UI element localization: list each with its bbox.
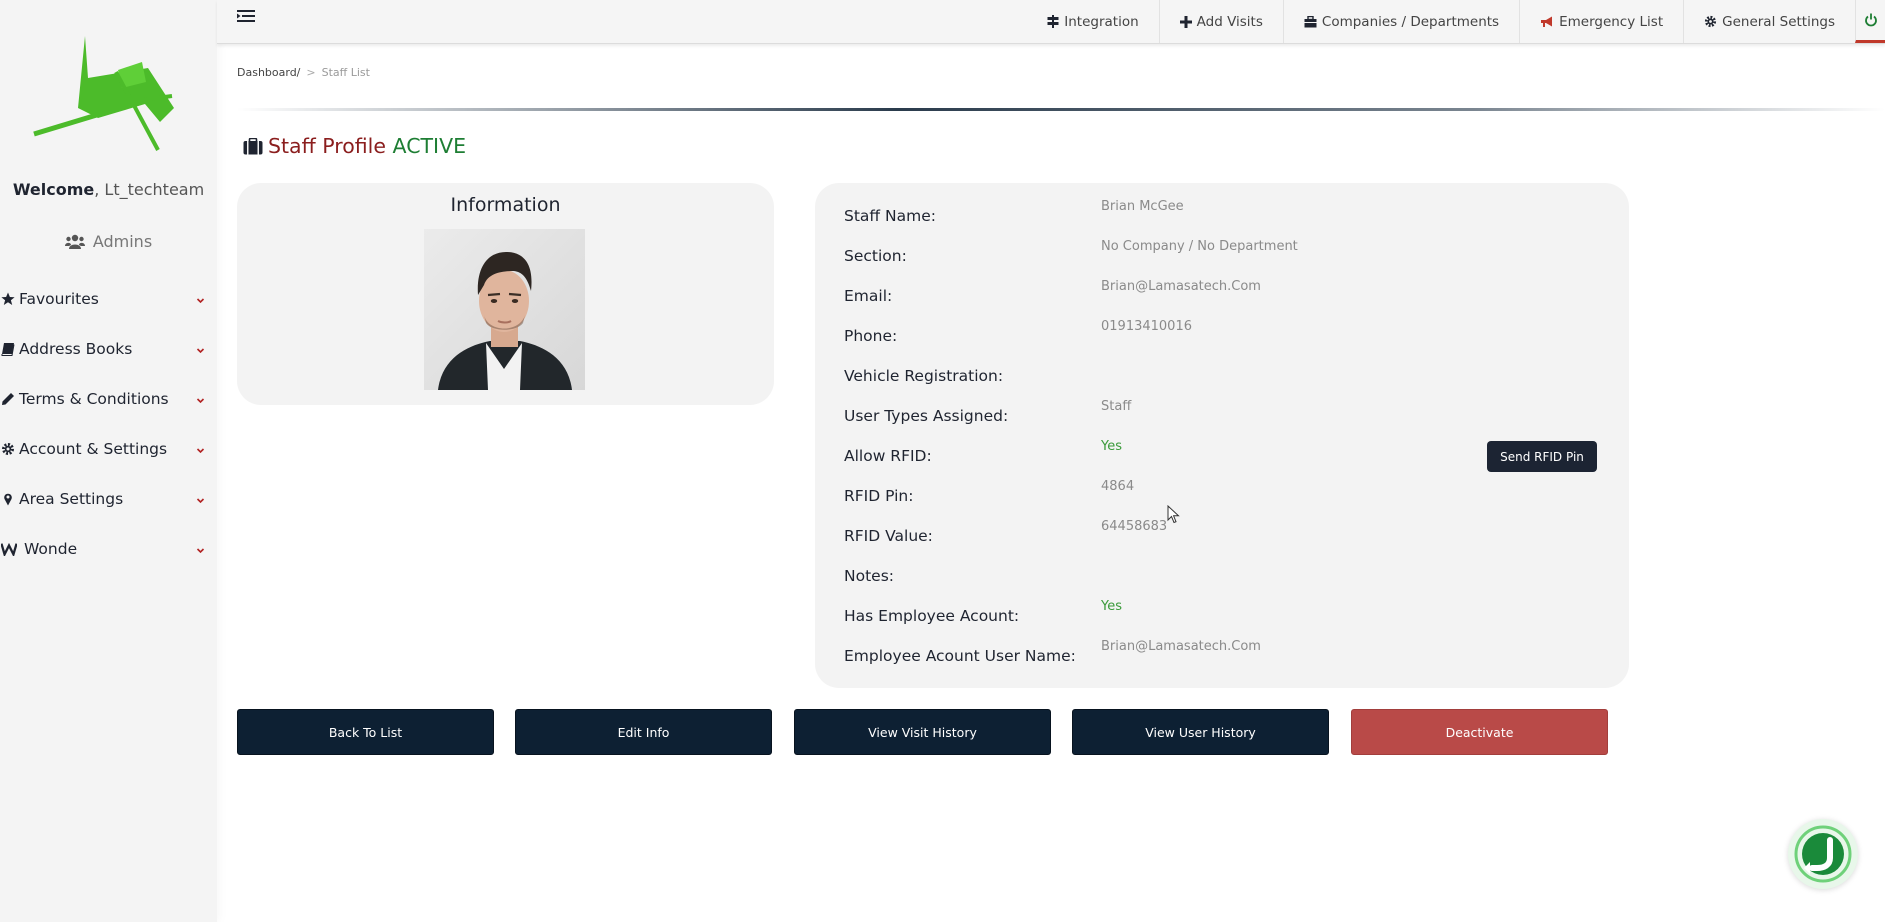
nav-label: Add Visits xyxy=(1196,13,1263,30)
page-title: Staff Profile ACTIVE xyxy=(243,134,466,158)
nav-label: Emergency List xyxy=(1559,13,1664,30)
sidebar-item-label: Favourites xyxy=(19,290,99,308)
top-nav-menu: Integration Add Visits Companies / Depar… xyxy=(1027,0,1885,43)
header-divider xyxy=(237,108,1885,111)
pencil-icon xyxy=(1,384,17,414)
sidebar-item-label: Address Books xyxy=(19,340,133,358)
id-card-icon xyxy=(243,137,263,155)
sidebar-item-terms[interactable]: Terms & Conditions xyxy=(0,384,217,434)
detail-value: 64458683 xyxy=(1101,519,1168,534)
detail-row: Phone: 01913410016 xyxy=(815,303,1629,345)
back-to-list-button[interactable]: Back To List xyxy=(237,709,494,755)
mouse-cursor-icon xyxy=(1167,504,1181,529)
map-pin-icon xyxy=(1,484,17,514)
sidebar-toggle-icon[interactable] xyxy=(237,8,255,28)
detail-value: Brian McGee xyxy=(1101,199,1184,214)
sidebar-item-label: Area Settings xyxy=(19,490,124,508)
detail-value: 4864 xyxy=(1101,479,1135,494)
sidebar-item-label: Wonde xyxy=(24,540,78,558)
send-rfid-pin-button[interactable]: Send RFID Pin xyxy=(1487,441,1597,472)
signpost-icon xyxy=(1047,15,1059,28)
staff-details-card: Staff Name: Brian McGee Section: No Compan… xyxy=(815,183,1629,688)
gear-icon xyxy=(1,434,17,464)
status-badge: ACTIVE xyxy=(392,134,467,158)
detail-row: Employee Acount User Name: Brian@Lamasate… xyxy=(815,623,1629,665)
sidebar-menu: Favourites Address Books Terms & Conditi… xyxy=(0,284,217,584)
detail-label: Employee Acount User Name: xyxy=(844,647,1076,665)
sidebar-item-address-books[interactable]: Address Books xyxy=(0,334,217,384)
sidebar-item-area-settings[interactable]: Area Settings xyxy=(0,484,217,534)
plus-icon xyxy=(1179,15,1192,28)
nav-label: General Settings xyxy=(1722,13,1835,30)
power-icon xyxy=(1864,13,1877,27)
breadcrumb-current: Staff List xyxy=(321,66,370,79)
chevron-down-icon xyxy=(196,285,205,315)
detail-value: Brian@Lamasatech.Com xyxy=(1101,279,1261,294)
role-name: Admins xyxy=(92,232,153,251)
view-user-history-button[interactable]: View User History xyxy=(1072,709,1329,755)
gear-icon xyxy=(1705,15,1717,28)
chevron-down-icon xyxy=(196,535,205,565)
information-card: Information xyxy=(237,183,774,405)
staff-photo xyxy=(424,229,585,390)
megaphone-icon xyxy=(1541,16,1553,27)
view-visit-history-button[interactable]: View Visit History xyxy=(794,709,1051,755)
chevron-down-icon xyxy=(196,485,205,515)
deactivate-button[interactable]: Deactivate xyxy=(1351,709,1608,755)
briefcase-icon xyxy=(1304,15,1317,27)
chevron-down-icon xyxy=(196,385,205,415)
detail-row: Email: Brian@Lamasatech.Com xyxy=(815,263,1629,305)
detail-row: Vehicle Registration: xyxy=(815,343,1629,385)
company-logo xyxy=(30,30,180,160)
welcome-text: Welcome, Lt_techteam xyxy=(0,180,217,199)
information-title: Information xyxy=(450,194,561,216)
sidebar-item-favourites[interactable]: Favourites xyxy=(0,284,217,334)
welcome-label: Welcome xyxy=(12,180,95,199)
chevron-down-icon xyxy=(196,435,205,465)
detail-value: Staff xyxy=(1101,399,1132,414)
chat-support-icon xyxy=(1794,825,1852,883)
nav-label: Companies / Departments xyxy=(1321,13,1500,30)
w-icon xyxy=(1,534,17,564)
detail-row: Has Employee Acount: Yes xyxy=(815,583,1629,625)
sidebar-item-label: Account & Settings xyxy=(19,440,168,458)
detail-row: RFID Value: 64458683 xyxy=(815,503,1629,545)
detail-value: Yes xyxy=(1101,439,1122,454)
logout-button[interactable] xyxy=(1855,0,1885,43)
detail-value: 01913410016 xyxy=(1101,319,1192,334)
star-icon xyxy=(1,284,17,314)
nav-add-visits[interactable]: Add Visits xyxy=(1158,0,1283,43)
chevron-down-icon xyxy=(196,335,205,365)
detail-row: User Types Assigned: Staff xyxy=(815,383,1629,425)
detail-row: Section: No Company / No Department xyxy=(815,223,1629,265)
detail-row: Notes: xyxy=(815,543,1629,585)
page-title-text: Staff Profile xyxy=(268,134,386,158)
top-navbar: Integration Add Visits Companies / Depar… xyxy=(217,0,1885,44)
breadcrumb-dashboard[interactable]: Dashboard/ xyxy=(237,66,300,79)
nav-companies-departments[interactable]: Companies / Departments xyxy=(1282,0,1519,43)
username: , Lt_techteam xyxy=(94,180,205,199)
sidebar-item-label: Terms & Conditions xyxy=(19,390,169,408)
nav-label: Integration xyxy=(1064,13,1139,30)
nav-general-settings[interactable]: General Settings xyxy=(1683,0,1855,43)
users-icon xyxy=(64,234,85,249)
detail-value: Brian@Lamasatech.Com xyxy=(1101,639,1261,654)
detail-row: Staff Name: Brian McGee xyxy=(815,183,1629,225)
sidebar-item-wonde[interactable]: Wonde xyxy=(0,534,217,584)
book-icon xyxy=(1,334,17,364)
role-label[interactable]: Admins xyxy=(0,232,217,251)
detail-value: Yes xyxy=(1101,599,1122,614)
breadcrumb: Dashboard/ > Staff List xyxy=(237,66,370,79)
sidebar-item-account-settings[interactable]: Account & Settings xyxy=(0,434,217,484)
sidebar: Welcome, Lt_techteam Admins Favourites A… xyxy=(0,0,217,922)
detail-value: No Company / No Department xyxy=(1101,239,1298,254)
breadcrumb-separator: > xyxy=(306,66,316,79)
nav-integration[interactable]: Integration xyxy=(1027,0,1158,43)
chat-support-button[interactable] xyxy=(1788,819,1858,889)
edit-info-button[interactable]: Edit Info xyxy=(515,709,772,755)
nav-emergency-list[interactable]: Emergency List xyxy=(1519,0,1683,43)
